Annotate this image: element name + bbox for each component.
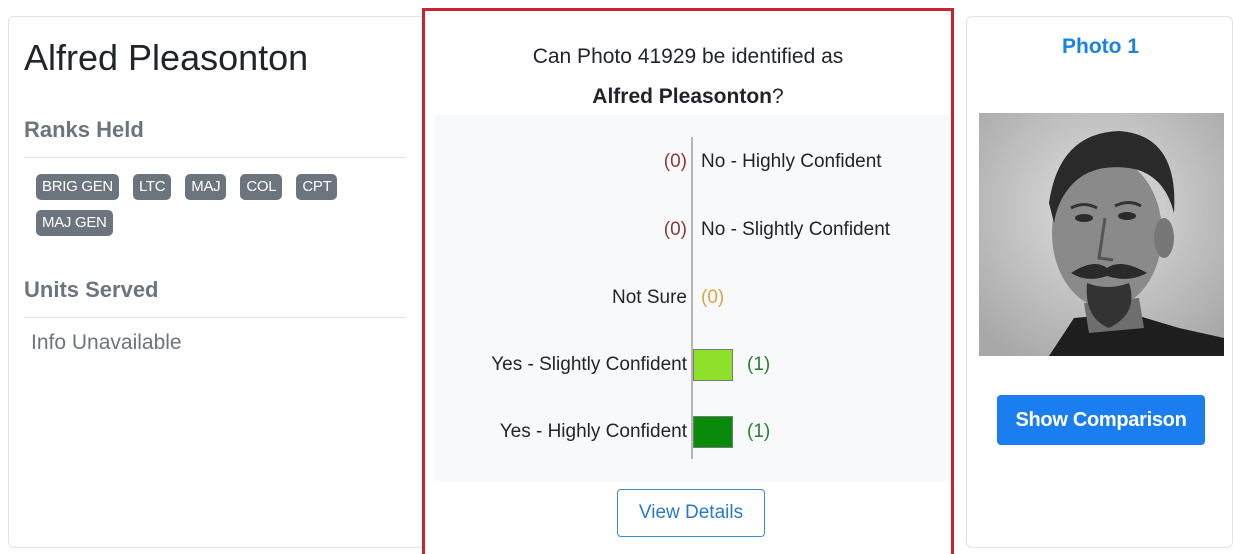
soldier-info-card: Alfred Pleasonton Ranks Held BRIG GEN LT… [8, 16, 426, 548]
vote-question: Can Photo 41929 be identified as Alfred … [425, 37, 951, 117]
vote-count: (0) [663, 219, 687, 240]
photo-title-link[interactable]: Photo 1 [967, 35, 1233, 59]
vote-bar [693, 349, 733, 381]
vote-row-yes-slightly: Yes - Slightly Confident (1) [435, 345, 949, 385]
units-value: Info Unavailable [31, 331, 182, 354]
vote-row-not-sure: Not Sure (0) [435, 278, 949, 318]
rank-badge: BRIG GEN [36, 174, 119, 200]
rank-badge: MAJ GEN [36, 210, 113, 236]
ranks-heading: Ranks Held [24, 117, 144, 142]
vote-count: (0) [701, 287, 725, 308]
vote-label: No - Highly Confident [701, 151, 882, 172]
question-suffix: ? [772, 85, 784, 108]
vote-label: Yes - Highly Confident [499, 421, 687, 442]
ranks-list: BRIG GEN LTC MAJ COL CPT MAJ GEN [36, 174, 396, 236]
view-details-button[interactable]: View Details [617, 489, 765, 537]
ranks-divider [24, 157, 406, 158]
vote-label: Yes - Slightly Confident [491, 354, 687, 375]
rank-badge: CPT [296, 174, 338, 200]
units-heading: Units Served [24, 277, 159, 302]
vote-row-no-slightly: (0) No - Slightly Confident [435, 210, 949, 250]
vote-label: Not Sure [612, 287, 687, 308]
soldier-name: Alfred Pleasonton [24, 37, 309, 78]
show-comparison-button[interactable]: Show Comparison [997, 395, 1205, 445]
rank-badge: COL [240, 174, 283, 200]
soldier-photo[interactable] [979, 113, 1224, 356]
vote-row-no-highly: (0) No - Highly Confident [435, 142, 949, 182]
question-prefix: Can Photo 41929 be identified as [532, 45, 844, 68]
vote-chart: (0) No - Highly Confident (0) No - Sligh… [435, 115, 949, 481]
portrait-image [979, 113, 1224, 356]
vote-count: (0) [663, 151, 687, 172]
photo-card: Photo 1 Show Comparison [966, 16, 1233, 548]
question-name: Alfred Pleasonton [592, 85, 772, 108]
vote-count: (1) [747, 421, 771, 442]
vote-bar [693, 416, 733, 448]
identification-vote-card: Can Photo 41929 be identified as Alfred … [422, 8, 954, 554]
units-divider [24, 317, 406, 318]
rank-badge: LTC [132, 174, 172, 200]
rank-badge: MAJ [185, 174, 227, 200]
vote-count: (1) [747, 354, 771, 375]
vote-label: No - Slightly Confident [701, 219, 891, 240]
page: Alfred Pleasonton Ranks Held BRIG GEN LT… [0, 0, 1233, 554]
vote-row-yes-highly: Yes - Highly Confident (1) [435, 412, 949, 452]
